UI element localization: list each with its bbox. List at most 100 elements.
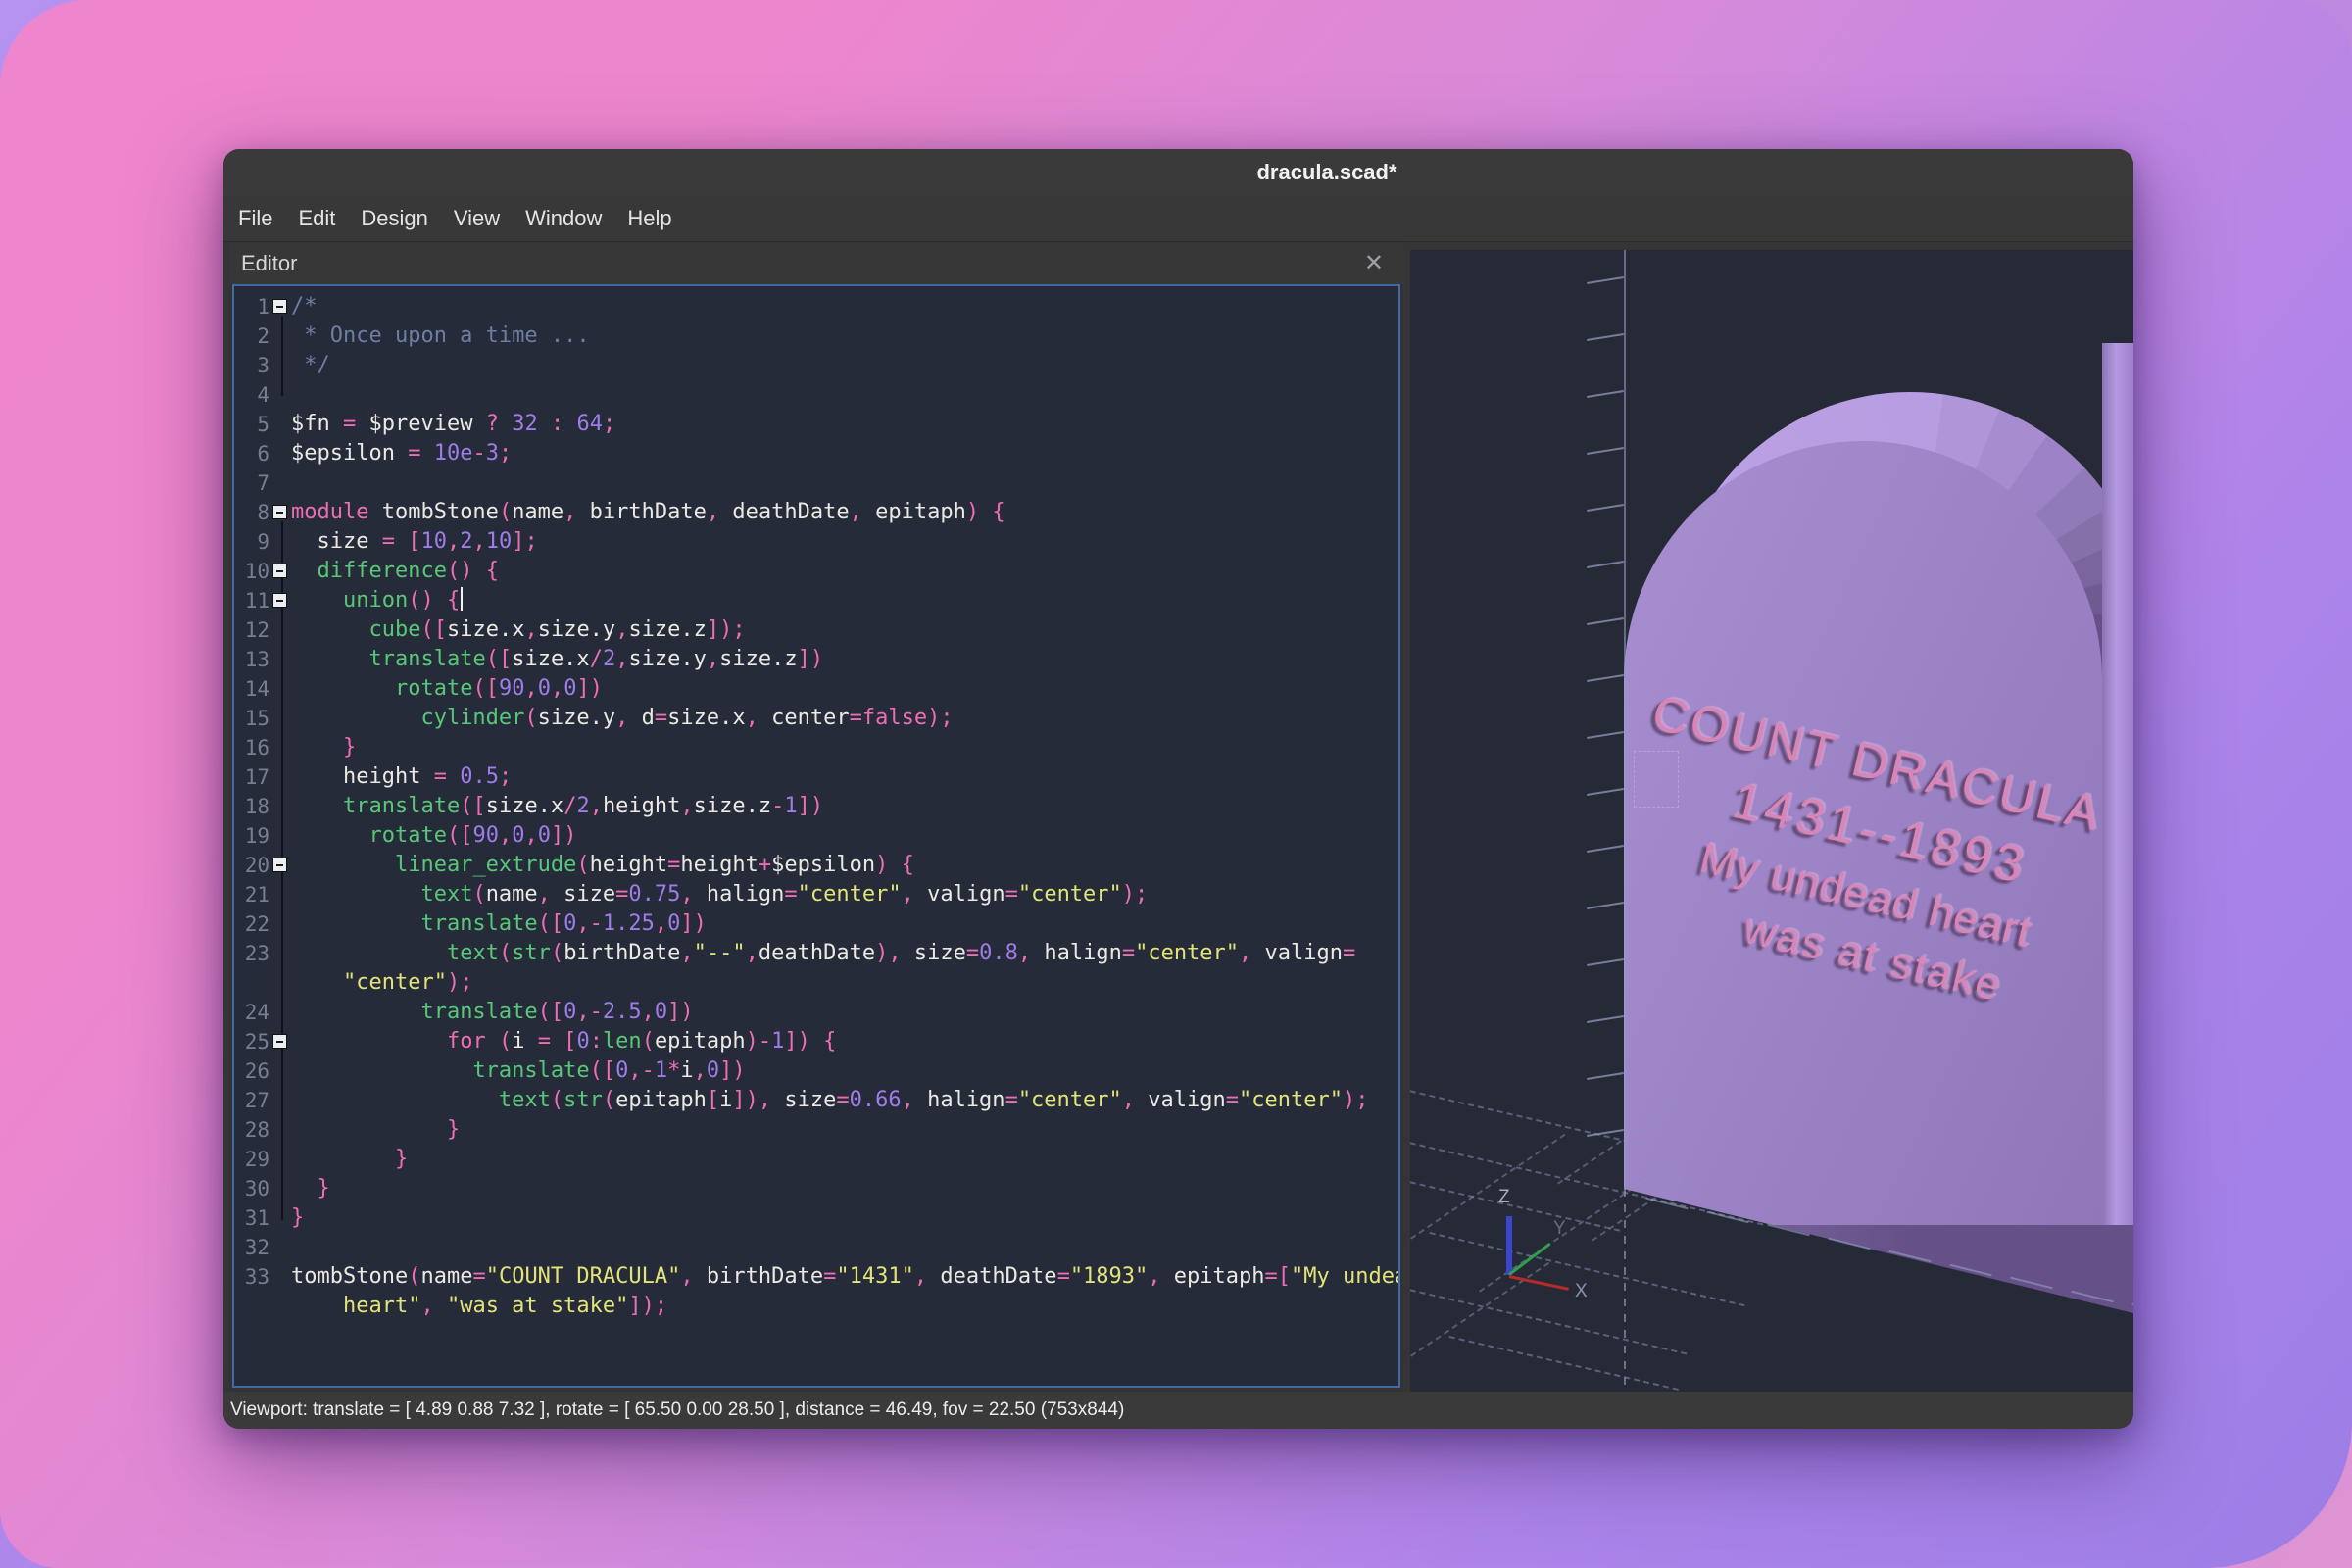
z-axis-line bbox=[1506, 1216, 1512, 1275]
code-line-text: * Once upon a time ... bbox=[291, 321, 1398, 351]
menu-help[interactable]: Help bbox=[614, 196, 684, 241]
line-number: 21 bbox=[234, 880, 270, 909]
code-line-text: } bbox=[291, 1115, 1398, 1145]
code-line-text: cylinder(size.y, d=size.x, center=false)… bbox=[291, 704, 1398, 733]
code-row[interactable]: heart", "was at stake"]); bbox=[234, 1292, 1398, 1321]
code-row[interactable]: 3 */ bbox=[234, 351, 1398, 380]
line-number: 26 bbox=[234, 1056, 270, 1086]
code-row[interactable]: 20 linear_extrude(height=height+$epsilon… bbox=[234, 851, 1398, 880]
viewport-status-text: Viewport: translate = [ 4.89 0.88 7.32 ]… bbox=[223, 1399, 1124, 1421]
line-number: 23 bbox=[234, 939, 270, 968]
ruler-tick bbox=[1587, 902, 1624, 909]
title-bar[interactable]: dracula.scad* bbox=[223, 149, 2133, 196]
code-row[interactable]: 30 } bbox=[234, 1174, 1398, 1203]
editor-dock-header[interactable]: Editor ✕ bbox=[229, 242, 1403, 284]
code-row[interactable]: 9 size = [10,2,10]; bbox=[234, 527, 1398, 557]
code-row[interactable]: 33tombStone(name="COUNT DRACULA", birthD… bbox=[234, 1262, 1398, 1292]
viewport-3d[interactable]: COUNT DRACULA1431--1893My undead heartwa… bbox=[1410, 250, 2133, 1392]
line-number bbox=[234, 968, 270, 998]
line-number: 22 bbox=[234, 909, 270, 939]
fold-column bbox=[270, 1115, 291, 1145]
code-row[interactable]: 25 for (i = [0:len(epitaph)-1]) { bbox=[234, 1027, 1398, 1056]
code-row[interactable]: 17 height = 0.5; bbox=[234, 762, 1398, 792]
fold-column bbox=[270, 998, 291, 1027]
menu-file[interactable]: File bbox=[225, 196, 285, 241]
line-number: 5 bbox=[234, 410, 270, 439]
code-row[interactable]: 27 text(str(epitaph[i]), size=0.66, hali… bbox=[234, 1086, 1398, 1115]
code-row[interactable]: 12 cube([size.x,size.y,size.z]); bbox=[234, 615, 1398, 645]
fold-column bbox=[270, 410, 291, 439]
code-row[interactable]: "center"); bbox=[234, 968, 1398, 998]
code-row[interactable]: 31} bbox=[234, 1203, 1398, 1233]
fold-column bbox=[270, 909, 291, 939]
code-row[interactable]: 32 bbox=[234, 1233, 1398, 1262]
line-number bbox=[234, 1292, 270, 1321]
line-number: 31 bbox=[234, 1203, 270, 1233]
code-line-text: translate([0,-1*i,0]) bbox=[291, 1056, 1398, 1086]
fold-toggle-icon[interactable] bbox=[272, 299, 287, 314]
code-row[interactable]: 14 rotate([90,0,0]) bbox=[234, 674, 1398, 704]
editor-dock: Editor ✕ 1/*2 * Once upon a time ...3 */… bbox=[229, 242, 1403, 1392]
menu-design[interactable]: Design bbox=[348, 196, 440, 241]
code-row[interactable]: 24 translate([0,-2.5,0]) bbox=[234, 998, 1398, 1027]
fold-column bbox=[270, 733, 291, 762]
fold-toggle-icon[interactable] bbox=[272, 1034, 287, 1049]
code-row[interactable]: 26 translate([0,-1*i,0]) bbox=[234, 1056, 1398, 1086]
fold-column bbox=[270, 1086, 291, 1115]
code-row[interactable]: 15 cylinder(size.y, d=size.x, center=fal… bbox=[234, 704, 1398, 733]
code-editor[interactable]: 1/*2 * Once upon a time ...3 */45$fn = $… bbox=[232, 284, 1400, 1388]
code-row[interactable]: 21 text(name, size=0.75, halign="center"… bbox=[234, 880, 1398, 909]
code-row[interactable]: 16 } bbox=[234, 733, 1398, 762]
menu-view[interactable]: View bbox=[441, 196, 513, 241]
y-axis-label: Y bbox=[1553, 1218, 1566, 1240]
code-row[interactable]: 13 translate([size.x/2,size.y,size.z]) bbox=[234, 645, 1398, 674]
code-row[interactable]: 11 union() { bbox=[234, 586, 1398, 615]
fold-column bbox=[270, 380, 291, 410]
code-row[interactable]: 5$fn = $preview ? 32 : 64; bbox=[234, 410, 1398, 439]
code-row[interactable]: 4 bbox=[234, 380, 1398, 410]
ruler-tick bbox=[1587, 845, 1624, 853]
code-row[interactable]: 8module tombStone(name, birthDate, death… bbox=[234, 498, 1398, 527]
code-line-text: rotate([90,0,0]) bbox=[291, 674, 1398, 704]
ruler-tick bbox=[1587, 731, 1624, 739]
menu-edit[interactable]: Edit bbox=[285, 196, 348, 241]
code-line-text: for (i = [0:len(epitaph)-1]) { bbox=[291, 1027, 1398, 1056]
code-line-text bbox=[291, 380, 1398, 410]
code-row[interactable]: 23 text(str(birthDate,"--",deathDate), s… bbox=[234, 939, 1398, 968]
code-line-text: translate([size.x/2,height,size.z-1]) bbox=[291, 792, 1398, 821]
fold-column bbox=[270, 292, 291, 321]
code-line-text: "center"); bbox=[291, 968, 1398, 998]
code-row[interactable]: 22 translate([0,-1.25,0]) bbox=[234, 909, 1398, 939]
close-icon[interactable]: ✕ bbox=[1364, 252, 1384, 275]
ruler-tick bbox=[1587, 561, 1624, 568]
code-row[interactable]: 29 } bbox=[234, 1145, 1398, 1174]
line-number: 19 bbox=[234, 821, 270, 851]
fold-toggle-icon[interactable] bbox=[272, 505, 287, 519]
code-row[interactable]: 28 } bbox=[234, 1115, 1398, 1145]
line-number: 4 bbox=[234, 380, 270, 410]
fold-toggle-icon[interactable] bbox=[272, 564, 287, 578]
text-caret bbox=[461, 587, 463, 611]
code-row[interactable]: 18 translate([size.x/2,height,size.z-1]) bbox=[234, 792, 1398, 821]
status-bar: Viewport: translate = [ 4.89 0.88 7.32 ]… bbox=[223, 1392, 2133, 1429]
code-row[interactable]: 19 rotate([90,0,0]) bbox=[234, 821, 1398, 851]
fold-column bbox=[270, 821, 291, 851]
code-row[interactable]: 6$epsilon = 10e-3; bbox=[234, 439, 1398, 468]
line-number: 2 bbox=[234, 321, 270, 351]
code-row[interactable]: 7 bbox=[234, 468, 1398, 498]
grid-marker bbox=[1634, 751, 1679, 808]
code-line-text: text(str(epitaph[i]), size=0.66, halign=… bbox=[291, 1086, 1398, 1115]
vertical-ruler-line bbox=[1624, 250, 1626, 1189]
fold-toggle-icon[interactable] bbox=[272, 858, 287, 872]
fold-column bbox=[270, 968, 291, 998]
fold-toggle-icon[interactable] bbox=[272, 593, 287, 608]
code-row[interactable]: 2 * Once upon a time ... bbox=[234, 321, 1398, 351]
code-row[interactable]: 1/* bbox=[234, 292, 1398, 321]
code-line-text: translate([0,-1.25,0]) bbox=[291, 909, 1398, 939]
code-line-text bbox=[291, 468, 1398, 498]
fold-guide-line bbox=[281, 316, 283, 396]
fold-column bbox=[270, 498, 291, 527]
code-row[interactable]: 10 difference() { bbox=[234, 557, 1398, 586]
line-number: 12 bbox=[234, 615, 270, 645]
menu-window[interactable]: Window bbox=[513, 196, 614, 241]
